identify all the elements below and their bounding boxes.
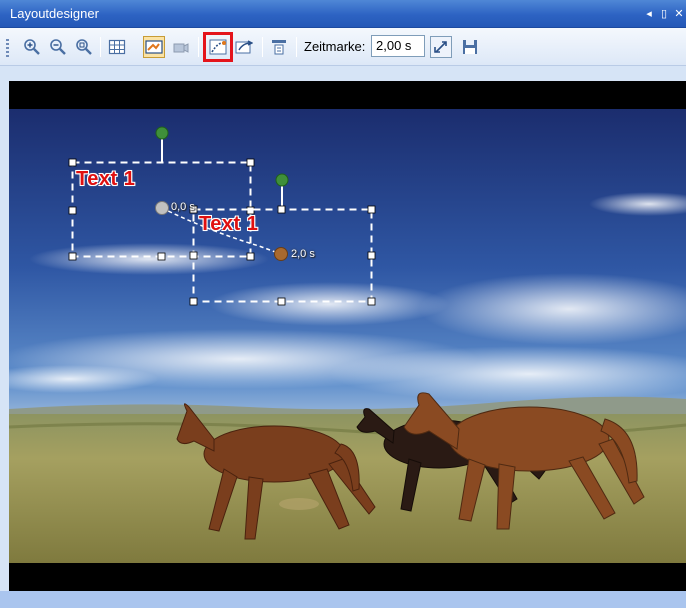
set-keyframe-button[interactable]	[430, 36, 452, 58]
layout-mode-icon	[145, 40, 163, 54]
layout-overlay	[68, 126, 376, 306]
arrow-left-icon[interactable]: ◂	[642, 7, 656, 21]
keyframe-start-label: 0,0 s	[171, 201, 195, 213]
motion-path-alt-button[interactable]	[233, 36, 255, 58]
zoom-in-icon	[24, 39, 40, 55]
motion-path-button[interactable]	[203, 32, 233, 62]
toolbar: Zeitmarke: 2,00 s	[0, 28, 686, 66]
toolbar-grip[interactable]	[6, 39, 9, 57]
text-object-1[interactable]: Text 1	[76, 168, 135, 191]
timestamp-label: Zeitmarke:	[304, 39, 366, 54]
grid-icon	[108, 39, 126, 55]
motion-path-alt-icon	[235, 40, 253, 54]
align-icon	[272, 40, 286, 55]
rotation-handle-icon[interactable]	[155, 126, 169, 140]
timestamp-input[interactable]: 2,00 s	[371, 35, 425, 57]
zoom-fit-icon	[76, 39, 92, 55]
pin-icon[interactable]: ▯	[657, 7, 671, 21]
grid-button[interactable]	[106, 36, 128, 58]
layout-mode-button[interactable]	[143, 36, 165, 58]
toolbar-spacer	[0, 67, 686, 81]
zoom-out-button[interactable]	[47, 36, 69, 58]
text-object-2[interactable]: Text 1	[199, 213, 258, 236]
save-icon	[463, 40, 477, 54]
save-button[interactable]	[459, 36, 481, 58]
keyframe-end-label: 2,0 s	[291, 248, 315, 260]
panel-margin	[0, 81, 9, 591]
rotation-handle-icon[interactable]	[275, 173, 289, 187]
layout-canvas[interactable]: Text 1 Text 1 0,0 s 2,0 s	[9, 81, 686, 591]
toolbar-separator	[262, 37, 263, 57]
toolbar-separator	[198, 37, 199, 57]
toolbar-separator	[296, 37, 297, 57]
keyframe-start-icon[interactable]	[155, 201, 169, 215]
align-button[interactable]	[268, 36, 290, 58]
window-title: Layoutdesigner	[10, 6, 99, 21]
keyframe-end-icon[interactable]	[274, 247, 288, 261]
title-bar: Layoutdesigner ◂ ▯ ✕	[0, 0, 686, 28]
set-keyframe-icon	[434, 41, 447, 53]
toolbar-separator	[100, 37, 101, 57]
close-icon[interactable]: ✕	[672, 7, 686, 21]
zoom-out-icon	[50, 39, 66, 55]
zoom-in-button[interactable]	[21, 36, 43, 58]
zoom-fit-button[interactable]	[73, 36, 95, 58]
motion-path-icon	[209, 39, 227, 55]
camera-button[interactable]	[170, 36, 192, 58]
camera-icon	[173, 43, 189, 53]
status-strip	[0, 591, 686, 608]
